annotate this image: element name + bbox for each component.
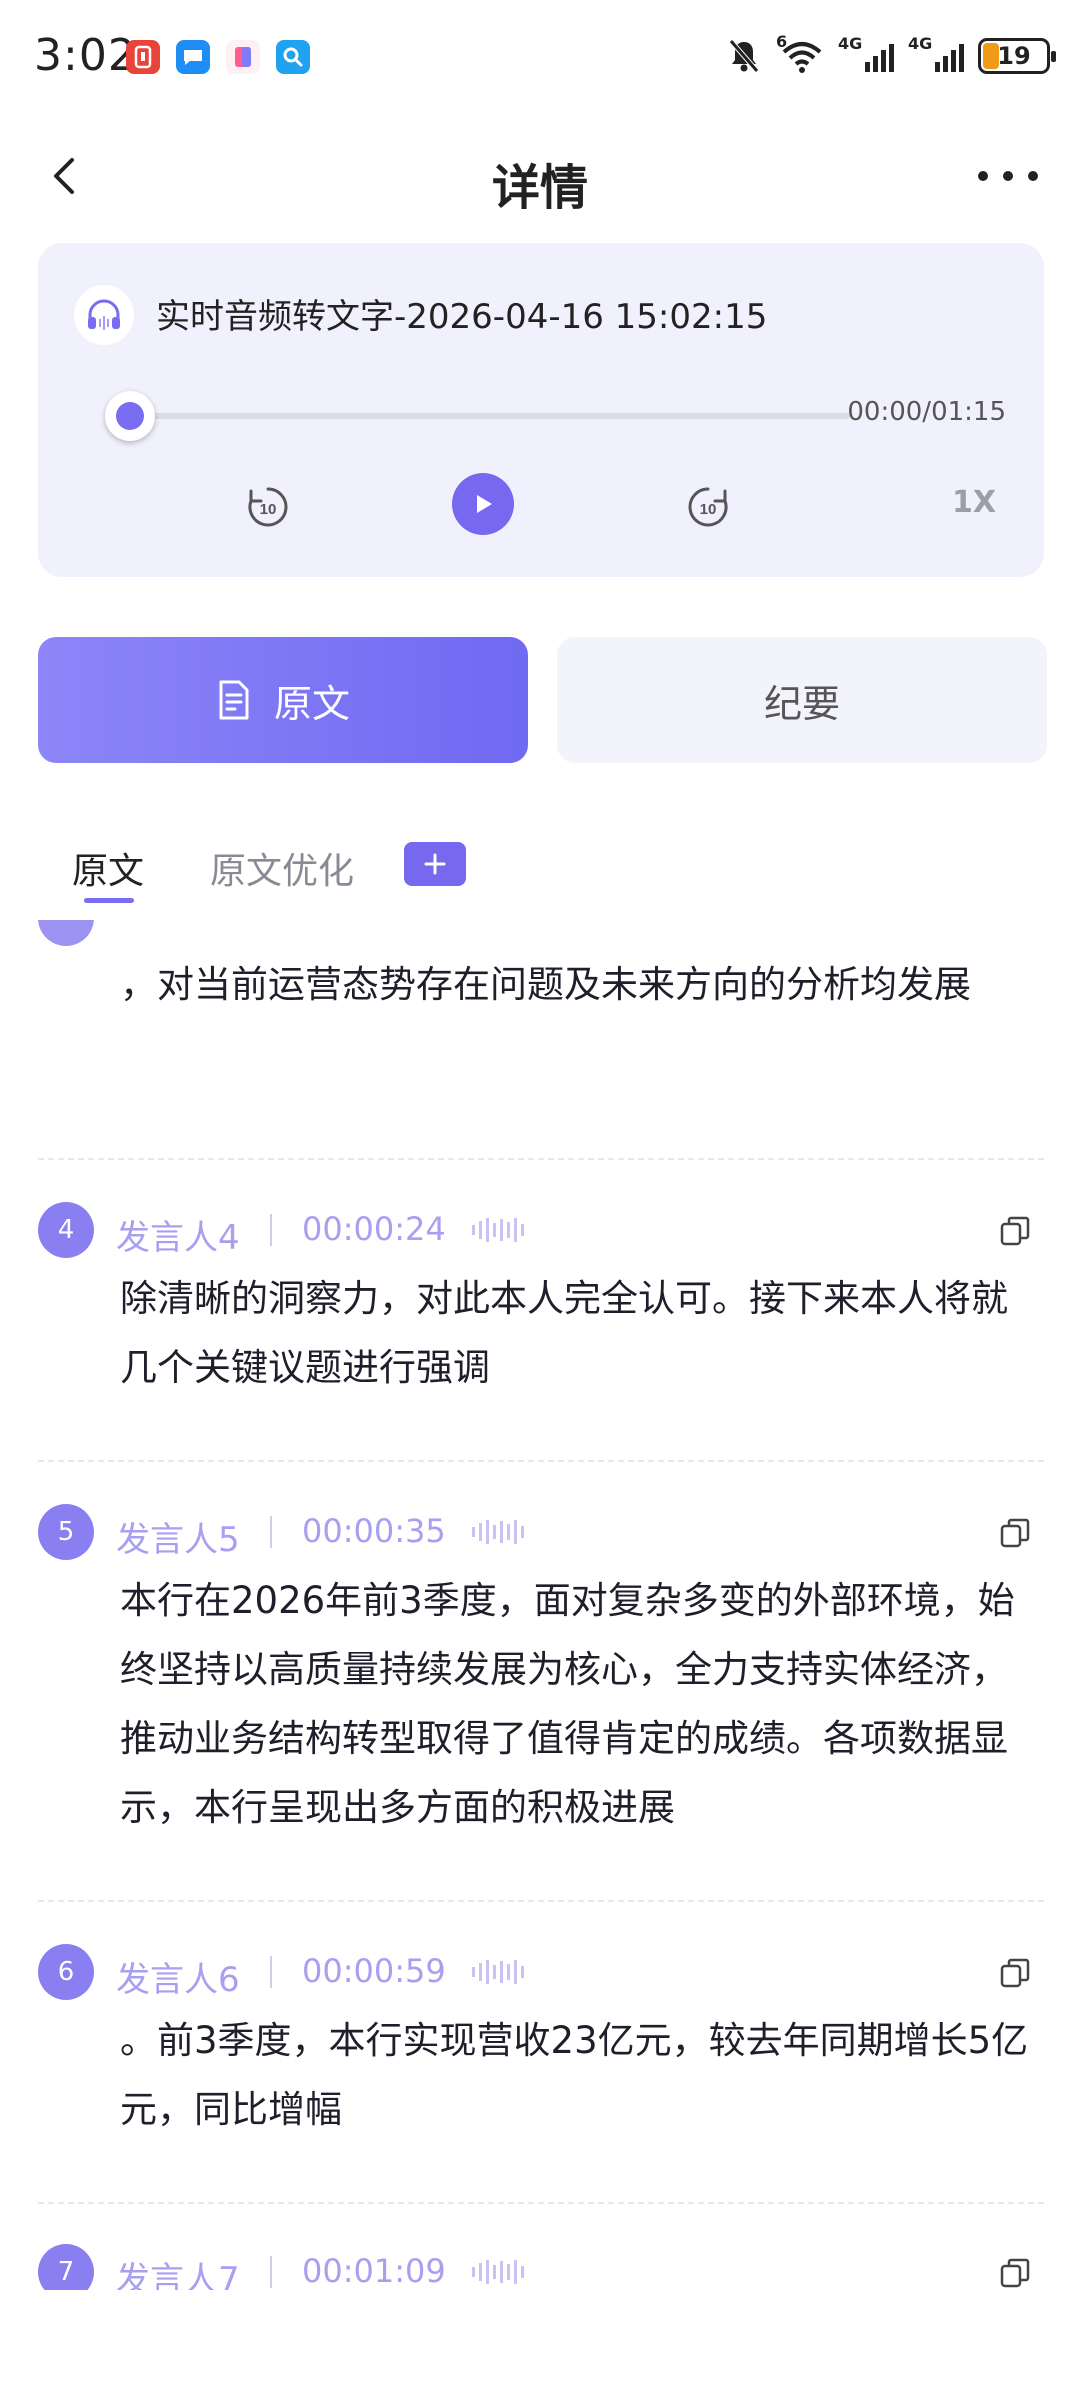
speaker-avatar [38, 920, 94, 946]
signal-sim1-icon: 4G [838, 34, 894, 76]
original-view-label: 原文 [273, 681, 350, 726]
waveform-icon[interactable] [470, 1958, 530, 1986]
battery-level: 19 [997, 42, 1031, 70]
segment-text[interactable]: ，对当前运营态势存在问题及未来方向的分析均发展 [120, 950, 1034, 1019]
forward-label: 10 [700, 501, 717, 518]
segment-timestamp[interactable]: 00:00:35 [302, 1512, 446, 1550]
forward-10s-button[interactable]: 10 [678, 477, 738, 537]
waveform-icon[interactable] [470, 2258, 530, 2286]
status-time: 3:02 [34, 30, 137, 81]
summary-view-label: 纪要 [763, 681, 840, 726]
speaker-avatar: 4 [38, 1202, 94, 1258]
segment-divider [38, 2202, 1044, 2204]
transcript-tabs: 原文 原文优化 [0, 830, 1080, 920]
playback-speed-button[interactable]: 1X [952, 485, 996, 520]
speaker-avatar: 7 [38, 2244, 94, 2290]
notification-app-icon [126, 40, 160, 74]
speaker-name: 发言人7 [116, 2260, 240, 2290]
waveform-icon[interactable] [470, 1518, 530, 1546]
more-dot-icon [1028, 171, 1038, 181]
transcript-segment: 4 发言人4 00:00:24 除清晰的洞察力，对此本人完全认可。接下来本人将就… [38, 1200, 1044, 1440]
separator [270, 1516, 272, 1548]
transcript-segment: ，对当前运营态势存在问题及未来方向的分析均发展 [38, 920, 1044, 1090]
play-icon [477, 495, 492, 513]
speaker-avatar: 5 [38, 1504, 94, 1560]
signal-sim2-icon: 4G [908, 34, 964, 76]
headphones-icon [74, 285, 134, 345]
separator [270, 1956, 272, 1988]
original-text-view-button[interactable]: 原文 [38, 637, 528, 763]
segment-divider [38, 1460, 1044, 1462]
waveform-icon[interactable] [470, 1216, 530, 1244]
audio-player-card: 实时音频转文字-2026-04-16 15:02:15 00:00/01:15 … [38, 243, 1044, 577]
copy-icon[interactable] [998, 1214, 1032, 1248]
segment-text[interactable]: 。前3季度，本行实现营收23亿元，较去年同期增长5亿元，同比增幅 [120, 2006, 1034, 2144]
segment-timestamp[interactable]: 00:00:24 [302, 1210, 446, 1248]
segment-divider [38, 1158, 1044, 1160]
progress-slider-thumb[interactable] [105, 391, 155, 441]
speaker-name: 发言人5 [116, 1520, 240, 1560]
active-tab-indicator [84, 898, 134, 903]
rewind-10-icon: 10 [248, 487, 288, 527]
wifi-icon: 6 [776, 32, 824, 76]
play-button[interactable] [452, 473, 514, 535]
add-tab-button[interactable] [404, 842, 466, 886]
mute-icon [729, 39, 759, 73]
transcript-segment: 5 发言人5 00:00:35 本行在2026年前3季度，面对复杂多变的外部环境… [38, 1502, 1044, 1882]
playback-time: 00:00/01:15 [847, 397, 1006, 427]
speaker-avatar: 6 [38, 1944, 94, 2000]
transcript-list: ，对当前运营态势存在问题及未来方向的分析均发展 4 发言人4 00:00:24 … [0, 920, 1080, 2290]
summary-view-button[interactable]: 纪要 [557, 637, 1047, 763]
speaker-name: 发言人4 [116, 1218, 240, 1258]
more-dot-icon [1003, 171, 1013, 181]
status-bar: 3:02 6 4G 4G 19 [0, 0, 1080, 115]
sim1-label: 4G [838, 34, 863, 53]
search-app-icon [276, 40, 310, 74]
plus-icon [424, 853, 446, 875]
transcript-segment: 7 发言人7 00:01:09 [38, 2242, 1044, 2290]
book-app-icon [226, 40, 260, 74]
app-header: 详情 [0, 128, 1080, 224]
status-indicators: 6 4G 4G 19 [726, 32, 1056, 76]
segment-text[interactable]: 本行在2026年前3季度，面对复杂多变的外部环境，始终坚持以高质量持续发展为核心… [120, 1566, 1034, 1842]
separator [270, 2256, 272, 2288]
segment-divider [38, 1900, 1044, 1902]
segment-timestamp[interactable]: 00:01:09 [302, 2252, 446, 2290]
more-dot-icon [978, 171, 988, 181]
speaker-name: 发言人6 [116, 1960, 240, 2000]
copy-icon[interactable] [998, 2256, 1032, 2290]
segment-timestamp[interactable]: 00:00:59 [302, 1952, 446, 1990]
status-app-icons [126, 40, 310, 74]
transcript-segment: 6 发言人6 00:00:59 。前3季度，本行实现营收23亿元，较去年同期增长… [38, 1942, 1044, 2182]
page-title: 详情 [491, 160, 588, 216]
copy-icon[interactable] [998, 1516, 1032, 1550]
sim2-label: 4G [908, 34, 933, 53]
rewind-10s-button[interactable]: 10 [238, 477, 298, 537]
tab-optimized[interactable]: 原文优化 [210, 842, 354, 894]
separator [270, 1214, 272, 1246]
tab-original[interactable]: 原文 [72, 842, 144, 894]
forward-10-icon: 10 [688, 487, 728, 527]
copy-icon[interactable] [998, 1956, 1032, 1990]
segment-text[interactable]: 除清晰的洞察力，对此本人完全认可。接下来本人将就几个关键议题进行强调 [120, 1264, 1034, 1402]
battery-icon: 19 [978, 38, 1056, 74]
rewind-label: 10 [260, 501, 277, 518]
progress-track[interactable] [130, 413, 850, 419]
more-options-button[interactable] [972, 154, 1044, 198]
audio-file-title: 实时音频转文字-2026-04-16 15:02:15 [156, 297, 768, 337]
chat-app-icon [176, 40, 210, 74]
document-icon [219, 680, 249, 720]
